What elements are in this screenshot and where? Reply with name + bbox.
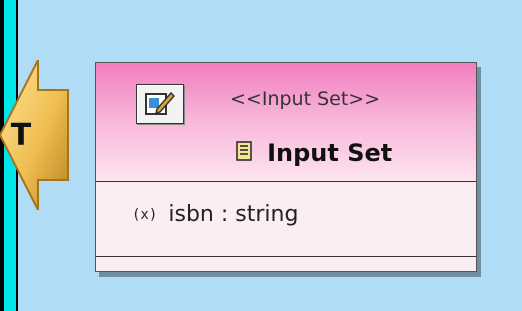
variable-x-icon: (x) xyxy=(132,206,158,223)
edit-button[interactable] xyxy=(136,84,184,124)
stereotype-label: <<Input Set>> xyxy=(230,88,381,110)
title-row: Input Set xyxy=(236,139,392,167)
element-header: <<Input Set>> Input Set xyxy=(96,63,476,182)
document-icon xyxy=(236,141,252,165)
attribute-label: isbn : string xyxy=(168,202,299,227)
edit-pencil-icon xyxy=(145,91,175,115)
connector-letter: T xyxy=(10,118,32,153)
element-title: Input Set xyxy=(267,139,393,167)
attribute-row[interactable]: (x) isbn : string xyxy=(132,202,298,227)
compartment-divider xyxy=(96,256,476,257)
input-set-element[interactable]: <<Input Set>> Input Set (x) isbn : strin… xyxy=(95,62,477,272)
